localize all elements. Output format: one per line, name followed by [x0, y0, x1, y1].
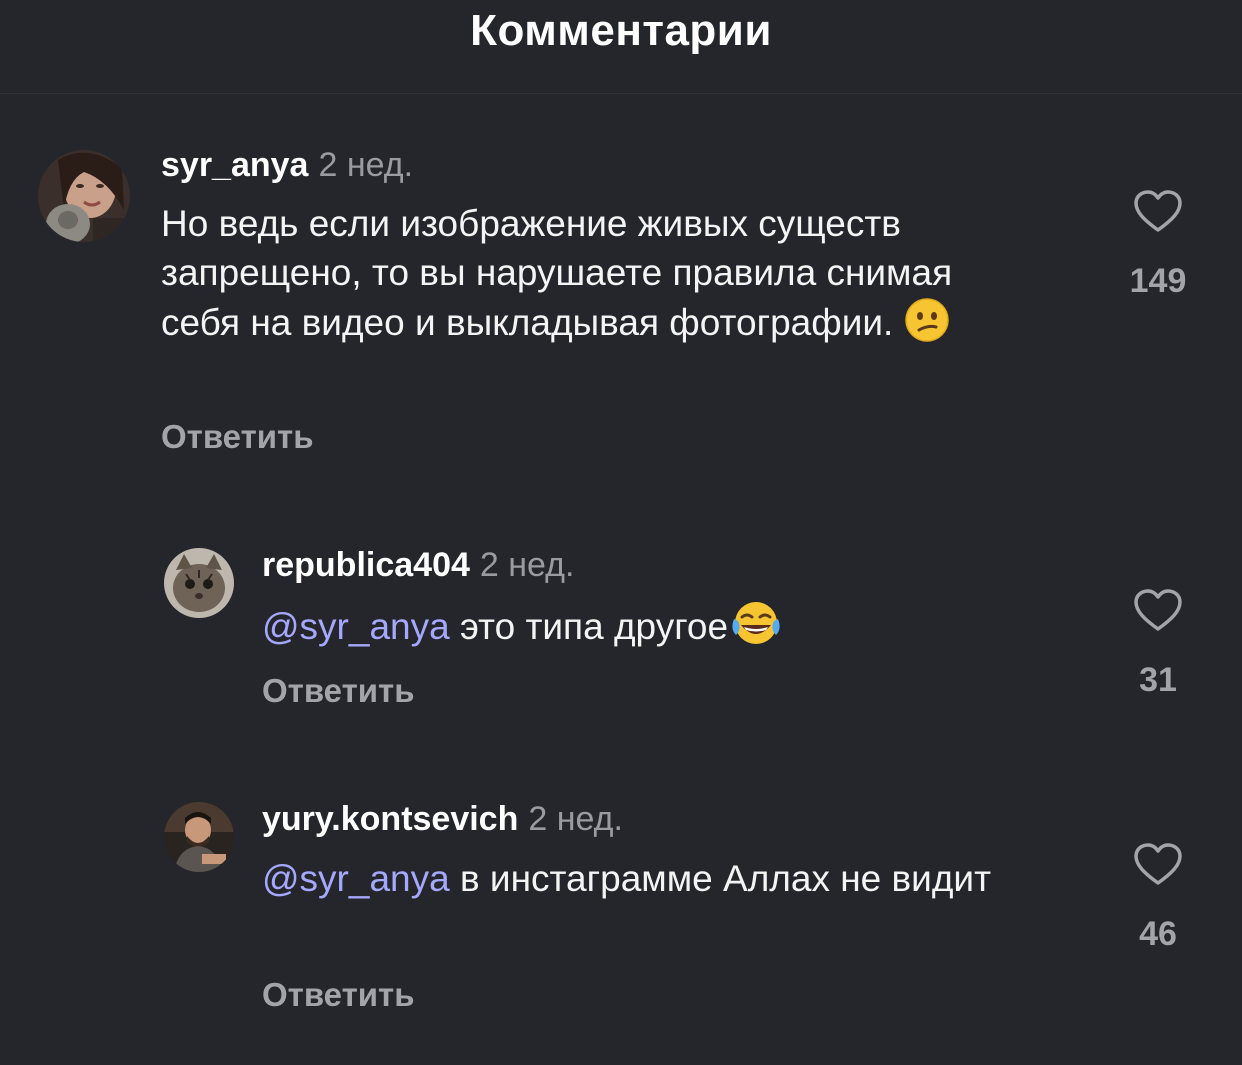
mention-link[interactable]: @syr_anya: [262, 606, 450, 647]
page-title: Комментарии: [470, 6, 772, 55]
comment-body: Но ведь если изображение живых существ з…: [161, 203, 953, 343]
timestamp: 2 нед.: [318, 146, 414, 184]
avatar[interactable]: [164, 802, 234, 872]
like-button[interactable]: 149: [1118, 190, 1198, 301]
timestamp: 2 нед.: [479, 546, 575, 584]
like-count: 31: [1139, 661, 1177, 699]
like-count: 149: [1129, 262, 1187, 300]
heart-icon[interactable]: [1134, 589, 1182, 631]
comment-meta: yury.kontsevich 2 нед.: [262, 800, 623, 839]
comment-meta: syr_anya 2 нед.: [161, 146, 413, 185]
tears-of-joy-icon: [728, 599, 784, 659]
heart-icon[interactable]: [1134, 190, 1182, 232]
username[interactable]: yury.kontsevich: [262, 800, 518, 838]
confused-face-icon: [904, 297, 950, 355]
comment-body: в инстаграмме Аллах не видит: [459, 858, 992, 899]
comments-header: Комментарии: [0, 0, 1242, 94]
username[interactable]: syr_anya: [161, 146, 308, 184]
heart-icon[interactable]: [1134, 843, 1182, 885]
username[interactable]: republica404: [262, 546, 470, 584]
like-count: 46: [1139, 915, 1177, 953]
avatar[interactable]: [38, 150, 130, 242]
comment-meta: republica404 2 нед.: [262, 546, 574, 585]
reply-button[interactable]: Ответить: [262, 976, 415, 1014]
mention-link[interactable]: @syr_anya: [262, 858, 450, 899]
comment-text: @syr_anya это типа другое: [262, 599, 1042, 659]
like-button[interactable]: 31: [1118, 589, 1198, 700]
comment-text: Но ведь если изображение живых существ з…: [161, 199, 1021, 355]
comment-body: это типа другое: [459, 606, 729, 647]
reply-button[interactable]: Ответить: [161, 418, 314, 456]
like-button[interactable]: 46: [1118, 843, 1198, 954]
reply-button[interactable]: Ответить: [262, 672, 415, 710]
avatar[interactable]: [164, 548, 234, 618]
comment-text: @syr_anya в инстаграмме Аллах не видит: [262, 854, 1042, 903]
timestamp: 2 нед.: [528, 800, 623, 838]
